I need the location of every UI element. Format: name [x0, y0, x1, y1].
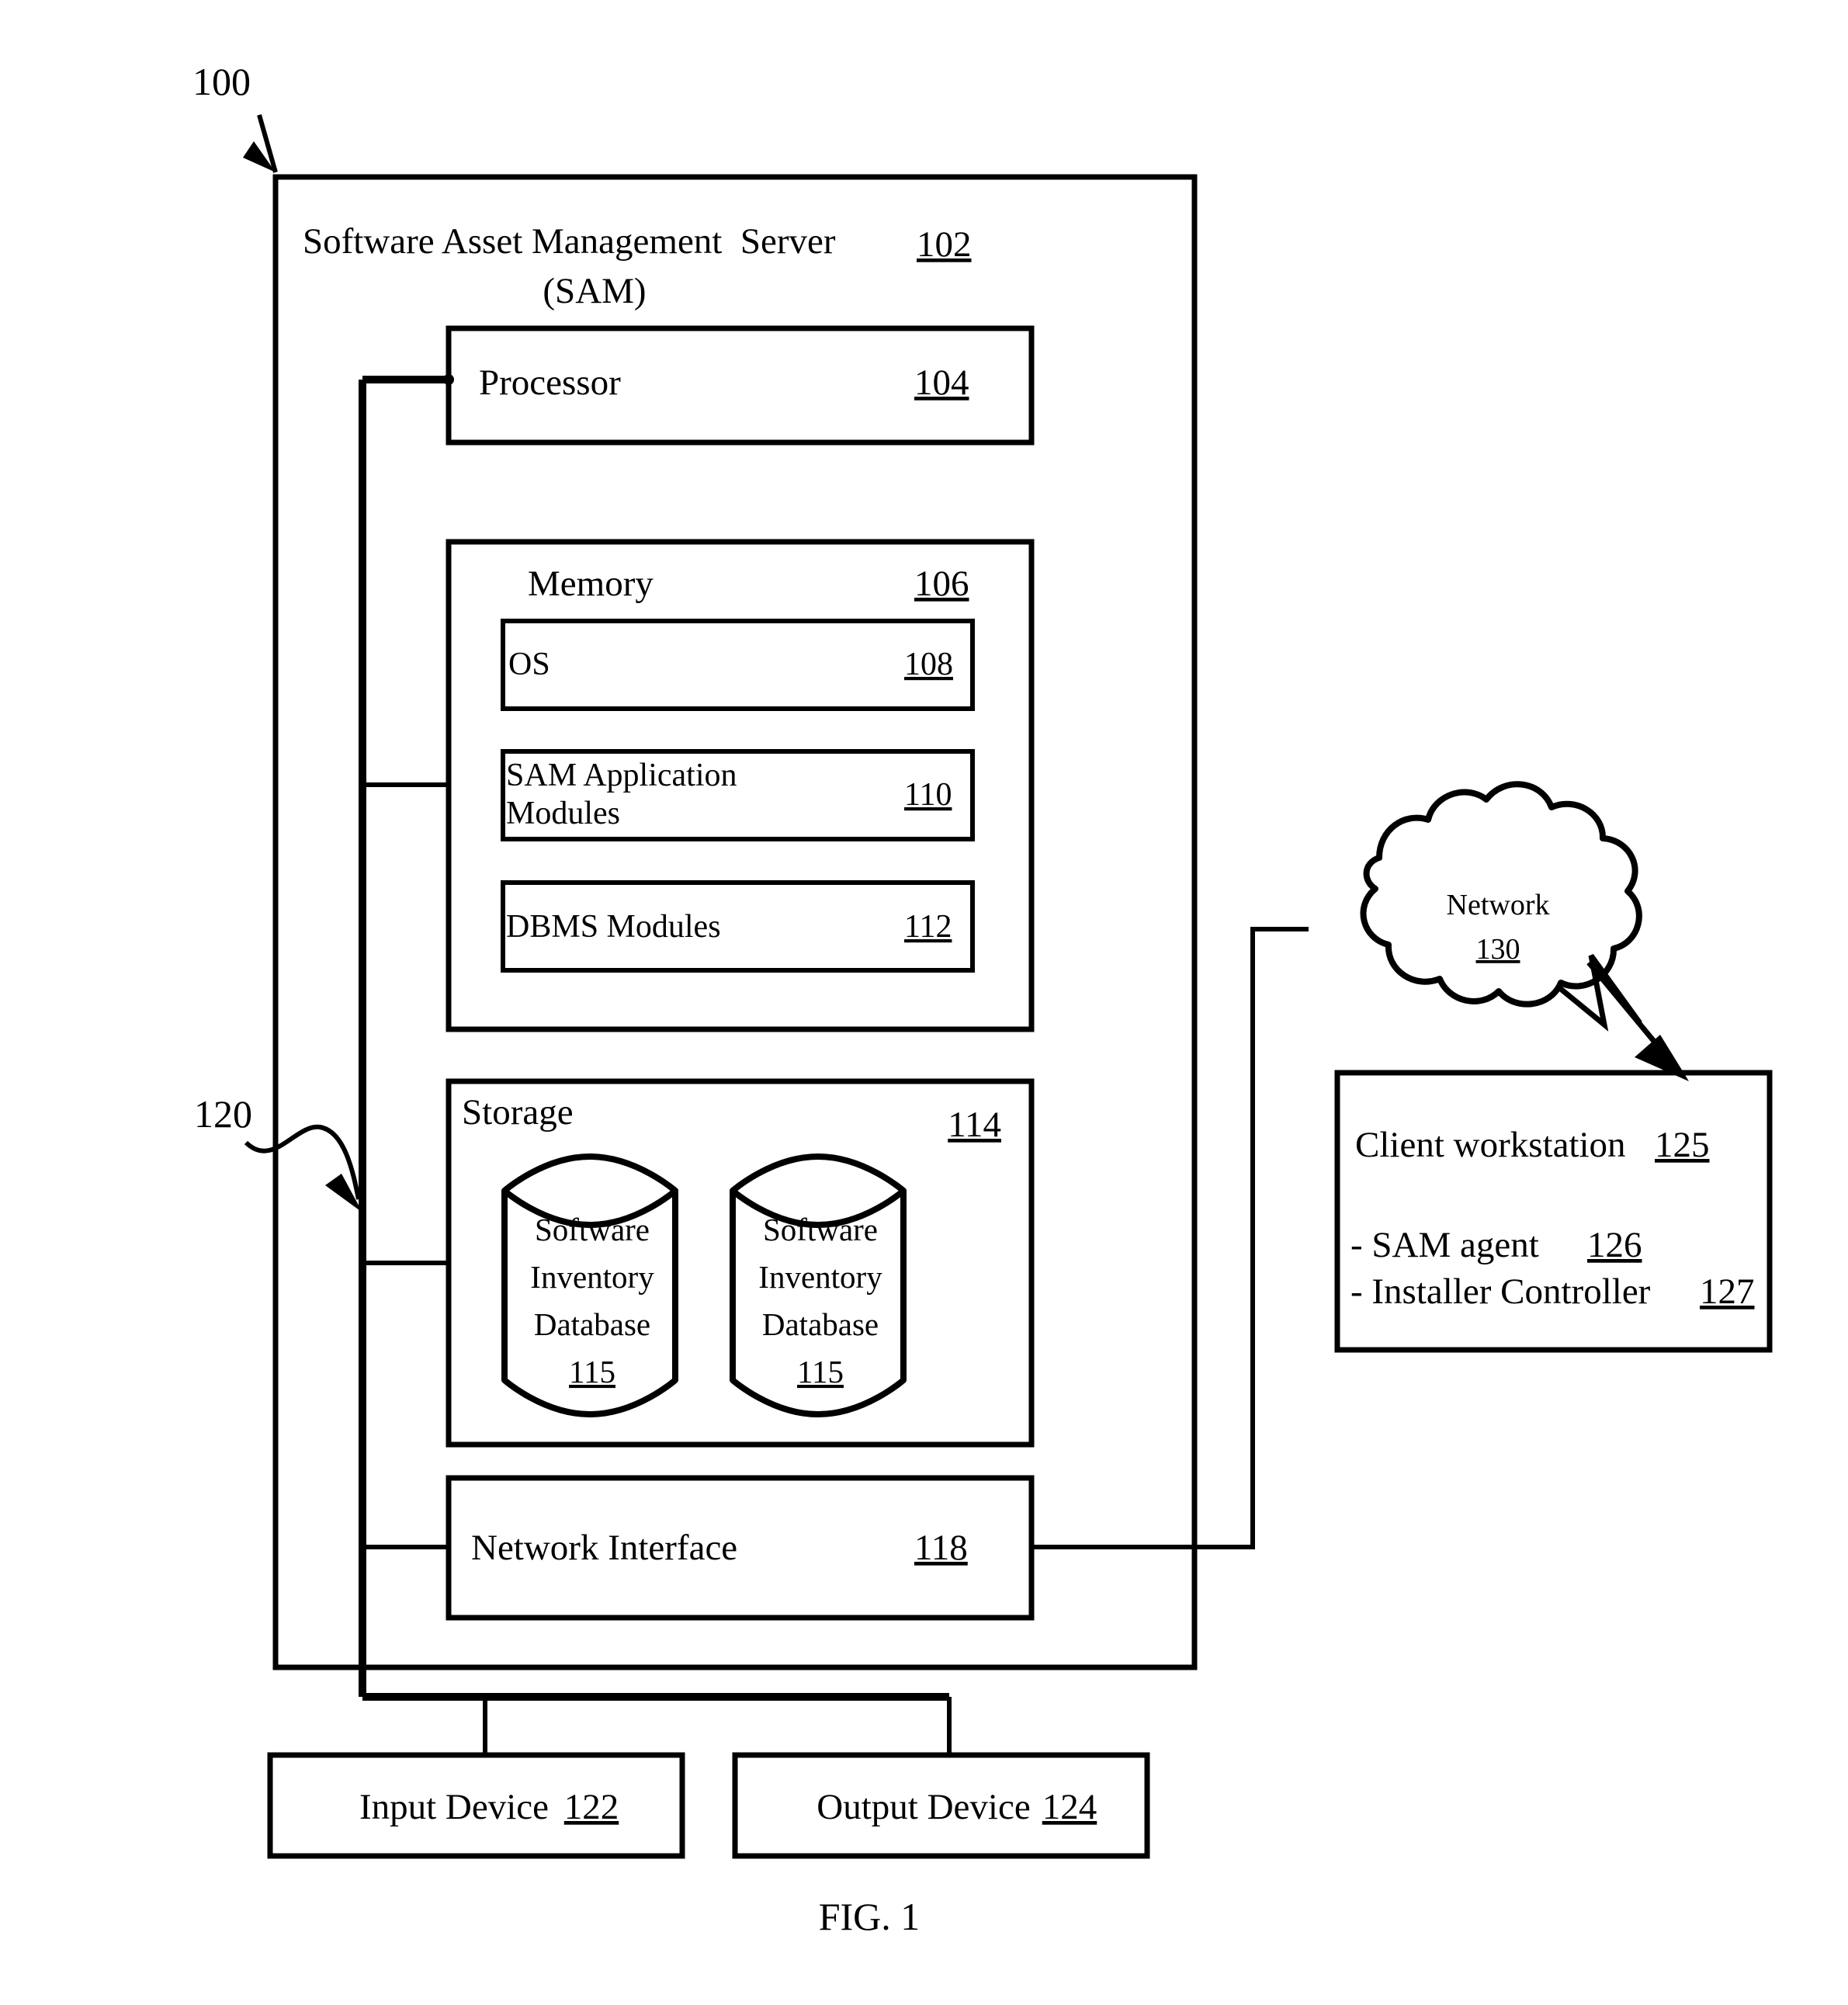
client-item-sam-agent-ref: 126 [1587, 1225, 1642, 1265]
db1-line1: Software [535, 1212, 650, 1247]
memory-module-sam-application-ref: 110 [904, 777, 952, 813]
db2-ref: 115 [797, 1354, 844, 1389]
memory-module-dbms-label: DBMS Modules [506, 909, 721, 945]
memory-ref: 106 [914, 564, 969, 604]
db2-line1: Software [763, 1212, 878, 1247]
input-device-ref: 122 [564, 1787, 619, 1827]
storage-ref: 114 [948, 1105, 1001, 1145]
storage-label: Storage [462, 1092, 574, 1133]
sam-server-title-line2: (SAM) [543, 271, 646, 311]
network-interface-ref: 118 [914, 1528, 968, 1568]
callout-100-leader [243, 114, 278, 173]
software-inventory-database-cylinder-1: Software Inventory Database 115 [501, 1153, 678, 1417]
client-item-installer-controller-ref: 127 [1700, 1271, 1755, 1312]
output-device-label: Output Device [817, 1787, 1030, 1827]
software-inventory-database-cylinder-2: Software Inventory Database 115 [730, 1153, 907, 1417]
memory-module-os-box [501, 619, 975, 711]
db2-line3: Database [762, 1306, 879, 1342]
network-cloud-ref: 130 [1476, 933, 1520, 966]
memory-module-sam-application-label-line2: Modules [506, 796, 620, 831]
db1-line3: Database [534, 1306, 650, 1342]
callout-120-label: 120 [194, 1092, 252, 1136]
patent-figure-diagram: 100 120 Software Asset Management Server… [192, 60, 1773, 1938]
network-interface-to-cloud-wire [1031, 927, 1309, 1549]
memory-module-sam-application-label-line1: SAM Application [506, 758, 737, 793]
memory-module-os-ref: 108 [904, 647, 953, 682]
sam-server-ref: 102 [917, 224, 972, 265]
db2-line2: Inventory [758, 1259, 882, 1295]
memory-label: Memory [528, 564, 654, 604]
db1-ref: 115 [569, 1354, 615, 1389]
client-workstation-ref: 125 [1655, 1125, 1710, 1165]
client-item-installer-controller-label: - Installer Controller [1350, 1271, 1651, 1312]
output-device-ref: 124 [1042, 1787, 1097, 1827]
memory-module-dbms-ref: 112 [904, 909, 952, 945]
memory-module-os-label: OS [508, 647, 550, 682]
db1-line2: Inventory [530, 1259, 654, 1295]
network-interface-label: Network Interface [471, 1528, 737, 1568]
input-device-label: Input Device [359, 1787, 549, 1827]
figure-caption: FIG. 1 [819, 1895, 921, 1938]
callout-100-label: 100 [192, 60, 251, 103]
client-item-sam-agent-label: - SAM agent [1350, 1225, 1539, 1265]
sam-server-title-line1: Software Asset Management Server [303, 221, 836, 262]
processor-ref: 104 [914, 362, 969, 403]
callout-120-leader [244, 1124, 362, 1212]
network-cloud-label: Network [1447, 889, 1550, 921]
figure-1-root: 100 120 Software Asset Management Server… [0, 0, 1848, 2005]
client-workstation-title: Client workstation [1355, 1125, 1626, 1165]
processor-label: Processor [479, 362, 621, 403]
